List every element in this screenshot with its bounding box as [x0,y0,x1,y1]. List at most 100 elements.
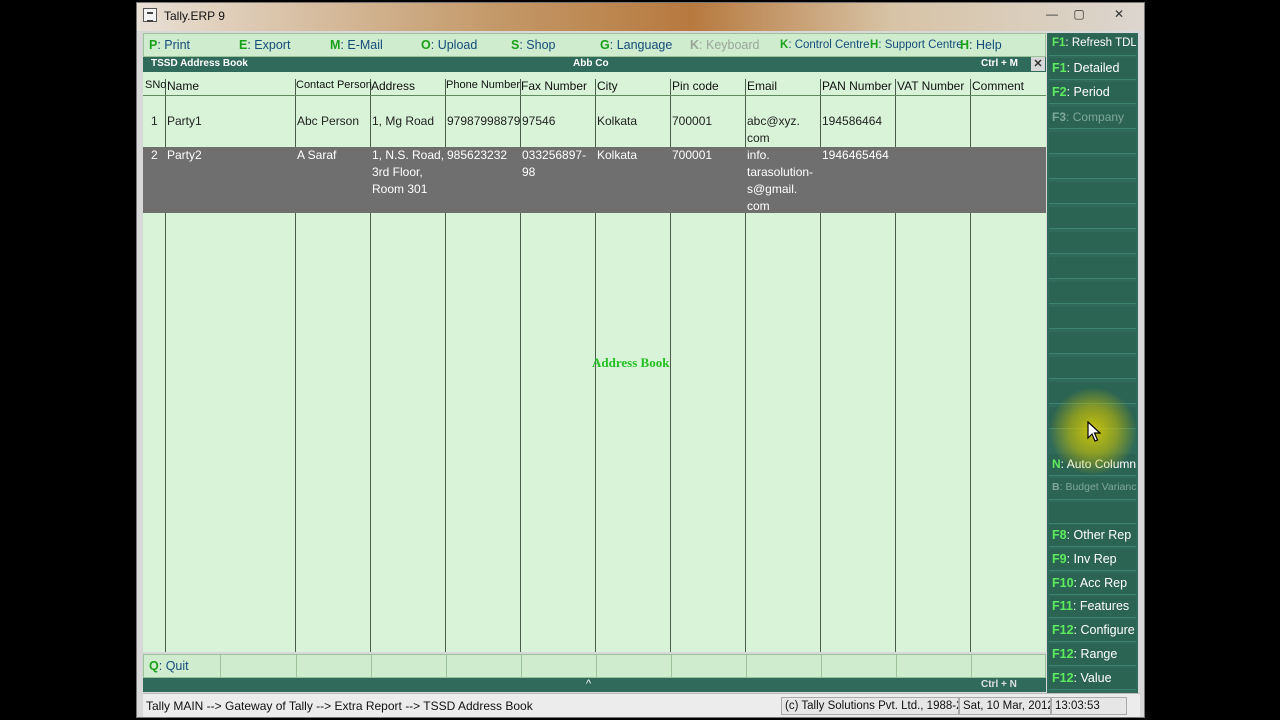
cell-address: 1, N.S. Road, 3rd Floor, Room 301 [372,148,445,196]
button-separator [671,655,672,677]
button-separator [746,655,747,677]
button-label: Refresh TDLs [1071,37,1136,49]
col-fax: Fax Number [521,79,588,93]
button-label: Features [1079,599,1130,613]
col-contact-person: Contact Person [296,79,372,91]
menu-print[interactable]: P: Print [149,38,190,52]
refresh-tdls-button[interactable]: F1: Refresh TDLs [1049,34,1136,56]
menu-key: H [870,39,879,51]
button-label: Company [1072,110,1125,124]
configure-button[interactable]: F12: Configure [1049,620,1136,642]
button-label: Acc Rep [1079,576,1128,590]
menu-key: K [690,38,700,52]
acc-rep-button[interactable]: F10: Acc Rep [1049,573,1136,595]
maximize-button[interactable]: ▢ [1068,6,1090,22]
button-key: F11 [1052,599,1073,613]
button-separator [220,655,221,677]
features-button[interactable]: F11: Features [1049,596,1136,618]
scroll-up-icon[interactable]: ^ [586,678,591,690]
button-separator [896,655,897,677]
report-header-bar: TSSD Address Book Abb Co Ctrl + M ✕ [143,57,1046,72]
button-key: F3 [1052,110,1067,124]
menu-keyboard: K: Keyboard [690,38,760,52]
quit-button[interactable]: Q: Quit [149,659,189,673]
empty-slot [1049,282,1136,304]
empty-slot [1049,157,1136,179]
range-button[interactable]: F12: Range [1049,644,1136,666]
company-name: Abb Co [573,58,609,69]
report-title: TSSD Address Book [151,58,248,69]
button-label: Period [1073,85,1110,99]
status-date: Sat, 10 Mar, 2012 [959,697,1051,715]
menu-support-centre[interactable]: H: Support Centre [870,39,963,51]
table-row[interactable]: 1 Party1 Abc Person 1, Mg Road 979879988… [143,113,1046,147]
menu-label: Shop [526,38,556,52]
other-rep-button[interactable]: F8: Other Rep [1049,525,1136,547]
menu-control-centre[interactable]: K: Control Centre [780,39,870,51]
window-title: Tally.ERP 9 [164,9,225,23]
value-button[interactable]: F12: Value [1049,668,1136,690]
button-key: F10 [1052,576,1074,590]
button-label: Configure [1080,623,1135,637]
period-button[interactable]: F2: Period [1049,82,1136,104]
cell-email: abc@xyz. com [747,114,800,145]
report-footer-bar: ^ Ctrl + N [143,678,1046,692]
cell-name: Party1 [167,114,202,128]
right-button-panel: F1: Refresh TDLs F1: Detailed F2: Period… [1047,33,1138,693]
menu-key: K [780,39,789,51]
empty-slot [1049,502,1136,524]
menu-help[interactable]: H: Help [960,38,1002,52]
cell-email: info. tarasolution- s@gmail. com [747,148,814,213]
cell-name: Party2 [167,148,202,162]
menu-upload[interactable]: O: Upload [421,38,477,52]
col-phone: Phone Number [446,79,520,91]
mouse-pointer-icon [1087,421,1101,442]
empty-slot [1049,357,1136,379]
menu-label: Language [616,38,673,52]
button-key: B [1052,481,1060,493]
col-pan: PAN Number [822,79,892,93]
button-separator [446,655,447,677]
bottom-button-bar: Q: Quit [143,654,1046,678]
close-button[interactable]: ✕ [1104,6,1134,22]
cell-city: Kolkata [597,148,638,162]
button-label: Value [1080,671,1112,685]
button-label: Other Rep [1073,528,1132,542]
menu-label: Export [254,38,291,52]
table-row-selected[interactable]: 2 Party2 A Saraf 1, N.S. Road, 3rd Floor… [143,147,1046,213]
menu-email[interactable]: M: E-Mail [330,38,383,52]
menu-export[interactable]: E: Export [239,38,290,52]
button-key: F12 [1052,671,1074,685]
menu-label: Support Centre [884,39,963,51]
menu-language[interactable]: G: Language [600,38,672,52]
cell-sno: 1 [151,114,158,128]
empty-slot [1049,132,1136,154]
button-separator [521,655,522,677]
cell-contact: Abc Person [297,114,360,128]
cell-pin: 700001 [672,148,713,162]
company-button: F3: Company [1049,107,1136,129]
budget-variance-button: B: Budget Variance [1049,478,1136,500]
col-vat: VAT Number [897,79,965,93]
empty-slot [1049,232,1136,254]
button-separator [296,655,297,677]
menu-label: Print [164,38,190,52]
cell-pan: 1946465464 [822,148,889,162]
cell-fax: 97546 [522,114,556,128]
menu-key: H [960,38,970,52]
minimize-button[interactable]: — [1041,6,1063,22]
button-key: F12 [1052,647,1074,661]
cell-pin: 700001 [672,114,713,128]
cell-city: Kolkata [597,114,638,128]
empty-slot [1049,332,1136,354]
button-key: N [1052,457,1061,471]
report-close-button[interactable]: ✕ [1031,57,1045,71]
quit-key: Q [149,659,159,673]
menu-key: E [239,38,248,52]
report-shortcut: Ctrl + M [981,58,1018,69]
detailed-button[interactable]: F1: Detailed [1049,58,1136,80]
tally-app-icon [143,8,157,22]
menu-shop[interactable]: S: Shop [511,38,556,52]
inv-rep-button[interactable]: F9: Inv Rep [1049,549,1136,571]
cell-contact: A Saraf [297,148,337,162]
